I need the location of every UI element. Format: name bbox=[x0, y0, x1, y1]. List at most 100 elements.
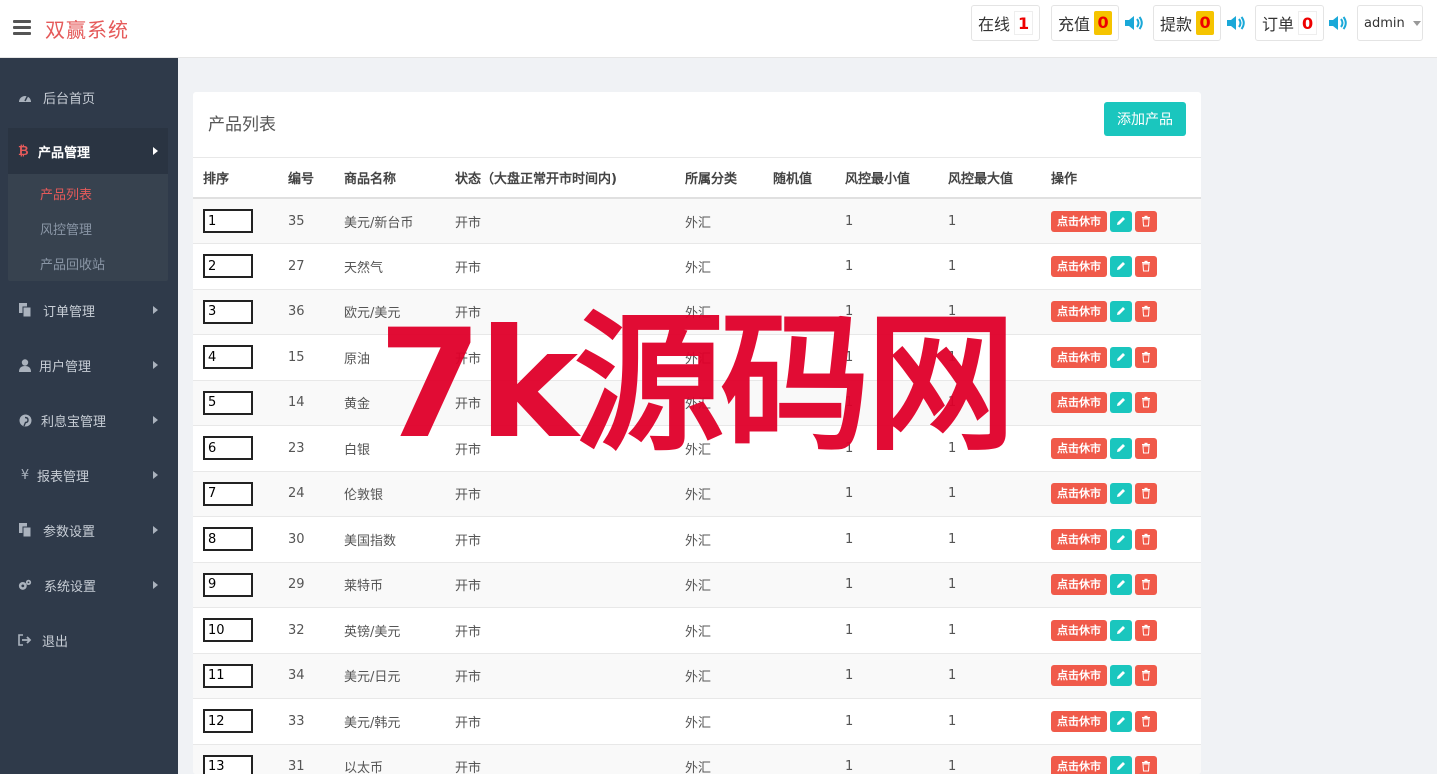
id-cell: 32 bbox=[278, 607, 334, 654]
close-market-button[interactable]: 点击休市 bbox=[1051, 255, 1107, 277]
sort-input[interactable] bbox=[203, 754, 253, 774]
actions-cell: 点击休市 bbox=[1041, 425, 1201, 472]
delete-button[interactable] bbox=[1135, 301, 1157, 323]
edit-button[interactable] bbox=[1110, 574, 1132, 596]
delete-button[interactable] bbox=[1135, 437, 1157, 459]
edit-button[interactable] bbox=[1110, 301, 1132, 323]
status-cell: 开市 bbox=[445, 562, 675, 608]
sort-input[interactable] bbox=[203, 436, 253, 461]
id-cell: 31 bbox=[278, 744, 334, 774]
sort-input[interactable] bbox=[203, 527, 253, 552]
close-market-button[interactable]: 点击休市 bbox=[1051, 619, 1107, 641]
trash-icon bbox=[1142, 761, 1150, 772]
sidebar-item-logout[interactable]: 退出 bbox=[0, 620, 178, 660]
sort-input[interactable] bbox=[203, 709, 253, 734]
sort-input[interactable] bbox=[203, 299, 253, 324]
sidebar-item-system[interactable]: 系统设置 bbox=[0, 565, 178, 605]
delete-button[interactable] bbox=[1135, 255, 1157, 277]
delete-button[interactable] bbox=[1135, 710, 1157, 732]
actions-cell: 点击休市 bbox=[1041, 744, 1201, 774]
edit-button[interactable] bbox=[1110, 665, 1132, 687]
add-product-button[interactable]: 添加产品 bbox=[1104, 102, 1186, 136]
delete-button[interactable] bbox=[1135, 574, 1157, 596]
close-market-button[interactable]: 点击休市 bbox=[1051, 710, 1107, 732]
sidebar-item-params[interactable]: 参数设置 bbox=[0, 510, 178, 550]
sidebar-item-interest[interactable]: 利息宝管理 bbox=[0, 400, 178, 440]
sidebar-item-home[interactable]: 后台首页 bbox=[0, 77, 178, 117]
column-header: 所属分类 bbox=[675, 158, 763, 199]
stat-withdraw[interactable]: 提款 0 bbox=[1153, 5, 1222, 41]
user-dropdown[interactable]: admin bbox=[1357, 5, 1423, 41]
actions-cell: 点击休市 bbox=[1041, 198, 1201, 244]
table-row: 32英镑/美元开市外汇 11 点击休市 bbox=[193, 607, 1201, 654]
sort-input[interactable] bbox=[203, 209, 253, 233]
random-cell bbox=[763, 198, 835, 244]
sidebar-item-users[interactable]: 用户管理 bbox=[0, 345, 178, 385]
sort-input[interactable] bbox=[203, 618, 253, 643]
sort-input[interactable] bbox=[203, 663, 253, 688]
close-market-button[interactable]: 点击休市 bbox=[1051, 483, 1107, 505]
edit-button[interactable] bbox=[1110, 756, 1132, 774]
random-cell bbox=[763, 380, 835, 426]
sort-input[interactable] bbox=[203, 254, 253, 279]
table-row: 15原油开市外汇 11 点击休市 bbox=[193, 334, 1201, 381]
sort-input[interactable] bbox=[203, 572, 253, 597]
sidebar-sub-risk-control[interactable]: 风控管理 bbox=[40, 219, 92, 238]
close-market-button[interactable]: 点击休市 bbox=[1051, 665, 1107, 687]
close-market-button[interactable]: 点击休市 bbox=[1051, 437, 1107, 459]
edit-button[interactable] bbox=[1110, 392, 1132, 414]
delete-button[interactable] bbox=[1135, 346, 1157, 368]
edit-button[interactable] bbox=[1110, 437, 1132, 459]
delete-button[interactable] bbox=[1135, 756, 1157, 774]
close-market-button[interactable]: 点击休市 bbox=[1051, 210, 1107, 232]
delete-button[interactable] bbox=[1135, 483, 1157, 505]
edit-button[interactable] bbox=[1110, 619, 1132, 641]
sort-cell bbox=[193, 744, 278, 774]
brand-title: 双赢系统 bbox=[45, 18, 129, 42]
edit-button[interactable] bbox=[1110, 210, 1132, 232]
actions-cell: 点击休市 bbox=[1041, 334, 1201, 381]
sidebar-item-orders[interactable]: 订单管理 bbox=[0, 290, 178, 330]
sort-input[interactable] bbox=[203, 390, 253, 415]
sort-input[interactable] bbox=[203, 481, 253, 506]
sidebar-item-products[interactable]: ₿ 产品管理 bbox=[8, 128, 168, 174]
delete-button[interactable] bbox=[1135, 528, 1157, 550]
id-cell: 30 bbox=[278, 516, 334, 563]
sidebar-sub-product-list[interactable]: 产品列表 bbox=[40, 184, 92, 203]
delete-button[interactable] bbox=[1135, 392, 1157, 414]
trash-icon bbox=[1142, 488, 1150, 499]
sidebar-item-reports[interactable]: ¥ 报表管理 bbox=[0, 455, 178, 495]
category-cell: 外汇 bbox=[675, 243, 763, 290]
edit-button[interactable] bbox=[1110, 528, 1132, 550]
top-bar: 双赢系统 在线 1 充值 0 提款 0 订单 0 admin bbox=[0, 0, 1437, 58]
category-cell: 外汇 bbox=[675, 698, 763, 745]
sort-cell bbox=[193, 471, 278, 517]
stat-online[interactable]: 在线 1 bbox=[971, 5, 1041, 41]
edit-button[interactable] bbox=[1110, 255, 1132, 277]
close-market-button[interactable]: 点击休市 bbox=[1051, 301, 1107, 323]
delete-button[interactable] bbox=[1135, 665, 1157, 687]
name-cell: 英镑/美元 bbox=[334, 607, 445, 654]
close-market-button[interactable]: 点击休市 bbox=[1051, 346, 1107, 368]
table-header-row: 排序 编号 商品名称 状态（大盘正常开市时间内) 所属分类 随机值 风控最小值 … bbox=[193, 158, 1201, 199]
close-market-button[interactable]: 点击休市 bbox=[1051, 574, 1107, 596]
risk-min-cell: 1 bbox=[835, 425, 938, 472]
close-market-button[interactable]: 点击休市 bbox=[1051, 756, 1107, 774]
close-market-button[interactable]: 点击休市 bbox=[1051, 392, 1107, 414]
delete-button[interactable] bbox=[1135, 619, 1157, 641]
risk-min-cell: 1 bbox=[835, 471, 938, 517]
risk-max-cell: 1 bbox=[938, 380, 1041, 426]
page-title: 产品列表 bbox=[208, 115, 276, 135]
edit-button[interactable] bbox=[1110, 710, 1132, 732]
sort-input[interactable] bbox=[203, 345, 253, 370]
edit-button[interactable] bbox=[1110, 346, 1132, 368]
menu-toggle-icon[interactable] bbox=[13, 20, 31, 36]
dashboard-icon bbox=[18, 90, 32, 104]
delete-button[interactable] bbox=[1135, 210, 1157, 232]
user-icon bbox=[18, 358, 32, 372]
close-market-button[interactable]: 点击休市 bbox=[1051, 528, 1107, 550]
stat-recharge[interactable]: 充值 0 bbox=[1051, 5, 1120, 41]
stat-orders[interactable]: 订单 0 bbox=[1255, 5, 1325, 41]
edit-button[interactable] bbox=[1110, 483, 1132, 505]
sidebar-sub-recycle-bin[interactable]: 产品回收站 bbox=[40, 254, 105, 273]
